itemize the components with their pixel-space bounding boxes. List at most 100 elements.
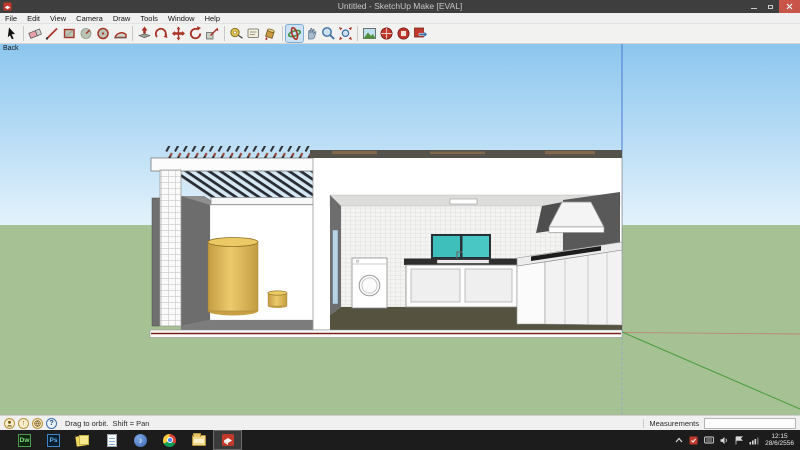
pergola-slat-tips [164, 146, 312, 158]
share-component-icon [397, 27, 410, 40]
tiled-column [159, 169, 182, 327]
scene-tab-back[interactable]: Back [3, 45, 19, 52]
circle-tool-button[interactable] [78, 25, 95, 42]
model-kitchen [310, 150, 623, 331]
antivirus-tray-icon[interactable] [689, 436, 698, 445]
line-icon [45, 27, 58, 40]
person-icon [6, 420, 13, 426]
menu-file[interactable]: File [5, 14, 17, 23]
menu-help[interactable]: Help [205, 14, 220, 23]
water-tank-large [207, 237, 259, 316]
taskbar-file-explorer[interactable] [184, 430, 213, 450]
line-tool-button[interactable] [44, 25, 61, 42]
notepad-icon [106, 433, 117, 447]
circle-icon [80, 28, 92, 39]
taskbar-sketchup[interactable] [213, 430, 242, 450]
network-icon[interactable] [749, 436, 759, 445]
foundation [149, 329, 623, 338]
statusbar-separator [643, 418, 645, 428]
share-model-icon [380, 27, 393, 40]
orbit-icon [287, 26, 302, 41]
tape-measure-icon [230, 27, 243, 39]
window-title: Untitled - SketchUp Make [EVAL] [337, 1, 463, 11]
paint-bucket-tool-button[interactable] [262, 25, 279, 42]
menu-edit[interactable]: Edit [27, 14, 40, 23]
follow-me-tool-button[interactable] [153, 25, 170, 42]
menu-draw[interactable]: Draw [113, 14, 131, 23]
geolocation-icon[interactable] [32, 417, 43, 429]
measurements-input[interactable] [704, 417, 796, 429]
eraser-icon [28, 28, 42, 39]
sink [436, 259, 490, 264]
statusbar: ↑ ? Drag to orbit. Shift = Pan Measureme… [0, 415, 800, 430]
tape-measure-tool-button[interactable] [228, 25, 245, 42]
toolbar-separator [23, 26, 24, 41]
share-component-button[interactable] [395, 25, 412, 42]
orbit-tool-button[interactable] [285, 24, 304, 43]
rectangle-icon [63, 28, 75, 39]
menu-window[interactable]: Window [168, 14, 195, 23]
credits-icon[interactable] [4, 417, 15, 429]
kitchen-roof-edge [310, 150, 622, 158]
sink-counter [404, 251, 519, 308]
send-to-layout-button[interactable] [412, 25, 429, 42]
taskbar-dreamweaver[interactable]: Dw [10, 430, 39, 450]
kitchen-window [431, 234, 491, 259]
restore-button[interactable] [762, 0, 779, 13]
taskbar-photoshop[interactable]: Ps [39, 430, 68, 450]
show-hidden-icons-chevron[interactable] [675, 437, 683, 443]
push-pull-tool-button[interactable] [136, 25, 153, 42]
toolbar-separator [132, 26, 133, 41]
select-tool-button[interactable] [3, 25, 20, 42]
toolbar-separator [357, 26, 358, 41]
polygon-tool-button[interactable] [95, 25, 112, 42]
minimize-button[interactable] [745, 0, 762, 13]
sticky-notes-icon [75, 434, 89, 447]
taskbar-itunes[interactable]: ♪ [126, 430, 155, 450]
menu-camera[interactable]: Camera [76, 14, 103, 23]
menu-tools[interactable]: Tools [140, 14, 158, 23]
zoom-tool-button[interactable] [320, 25, 337, 42]
glass-door [332, 229, 339, 305]
rotate-tool-button[interactable] [187, 25, 204, 42]
taskbar-chrome[interactable] [155, 430, 184, 450]
select-icon [7, 27, 15, 40]
send-to-layout-icon [414, 27, 428, 39]
text-tool-button[interactable] [245, 25, 262, 42]
pan-tool-button[interactable] [303, 25, 320, 42]
pergola-rail [210, 197, 329, 205]
zoom-icon [322, 27, 335, 40]
help-icon[interactable]: ? [46, 417, 57, 429]
rotate-icon [189, 26, 202, 40]
itunes-icon: ♪ [134, 433, 147, 447]
taskbar-sticky-notes[interactable] [68, 430, 97, 450]
move-tool-button[interactable] [170, 25, 187, 42]
close-button[interactable] [779, 0, 800, 13]
toolbar [0, 24, 800, 44]
get-models-icon [363, 28, 376, 39]
tray-clock[interactable]: 12:15 28/6/2556 [765, 433, 794, 448]
volume-icon[interactable] [720, 436, 729, 445]
push-pull-icon [138, 26, 151, 39]
share-model-button[interactable] [378, 25, 395, 42]
eraser-tool-button[interactable] [27, 25, 44, 42]
menu-view[interactable]: View [50, 14, 66, 23]
get-models-button[interactable] [361, 25, 378, 42]
photoshop-icon: Ps [47, 433, 60, 447]
folder-icon [191, 432, 206, 446]
rectangle-tool-button[interactable] [61, 25, 78, 42]
globe-icon [34, 419, 41, 427]
menubar: File Edit View Camera Draw Tools Window … [0, 13, 800, 24]
scale-tool-button[interactable] [204, 25, 221, 42]
zoom-extents-tool-button[interactable] [337, 25, 354, 42]
scale-icon [206, 27, 219, 40]
pergola-beam [150, 157, 315, 172]
model-viewport[interactable]: Back [0, 44, 800, 415]
action-center-flag-icon[interactable] [735, 435, 743, 445]
chrome-icon [163, 433, 176, 447]
claim-credit-icon[interactable]: ↑ [18, 417, 29, 429]
taskbar-notepad[interactable] [97, 430, 126, 450]
arc-tool-button[interactable] [112, 25, 129, 42]
touch-keyboard-icon[interactable] [704, 436, 715, 444]
range-hood [536, 201, 605, 233]
